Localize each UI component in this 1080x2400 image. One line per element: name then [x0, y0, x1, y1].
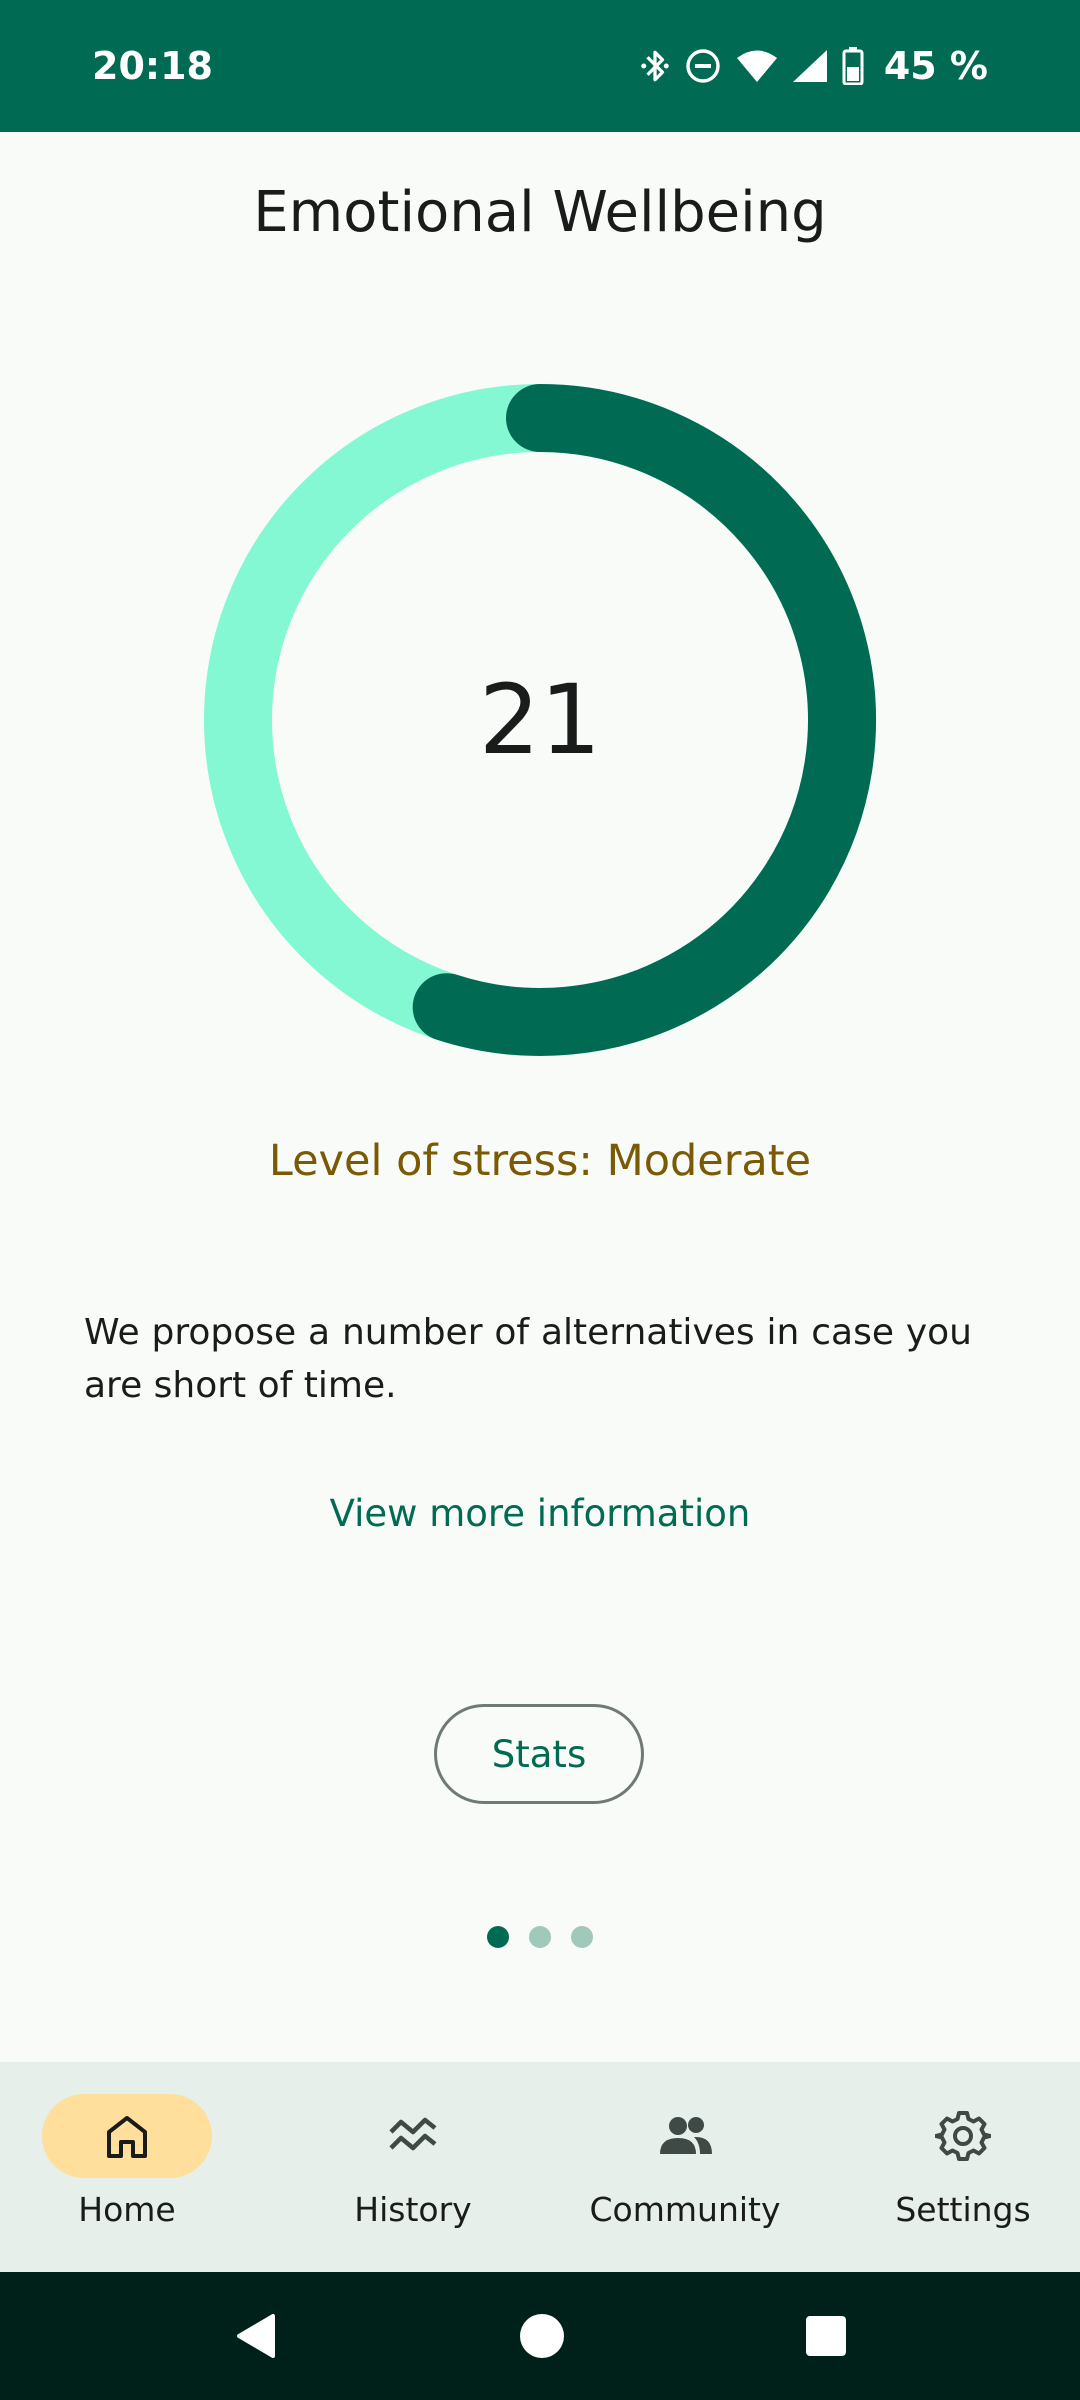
stress-score-ring: [204, 384, 876, 1056]
community-icon: [660, 2117, 712, 2154]
nav-item-settings[interactable]: Settings: [810, 2062, 1080, 2272]
page-dot-2[interactable]: [529, 1926, 551, 1948]
history-icon: [389, 2117, 437, 2151]
nav-label-community: Community: [589, 2190, 781, 2229]
view-more-information-link[interactable]: View more information: [0, 1492, 1080, 1535]
home-circle-icon[interactable]: [519, 2313, 565, 2359]
stress-score-value: 21: [478, 664, 602, 776]
description-text: We propose a number of alternatives in c…: [84, 1312, 972, 1406]
nav-item-community[interactable]: Community: [540, 2062, 810, 2272]
nav-label-history: History: [354, 2190, 472, 2229]
page-dot-1[interactable]: [487, 1926, 509, 1948]
nav-label-home: Home: [78, 2190, 176, 2229]
stress-level-label: Level of stress: Moderate: [268, 1136, 812, 1186]
nav-item-home[interactable]: Home: [0, 2062, 270, 2272]
page-indicator: [0, 1926, 1080, 1948]
recents-icon[interactable]: [805, 2315, 847, 2357]
system-navigation-bar: [0, 2272, 1080, 2400]
nav-active-indicator: [42, 2094, 212, 2178]
bottom-navigation: Home History Community Settings: [0, 2062, 1080, 2272]
nav-label-settings: Settings: [895, 2190, 1031, 2229]
stats-button[interactable]: Stats: [434, 1704, 644, 1804]
page-dot-3[interactable]: [571, 1926, 593, 1948]
settings-icon: [935, 2111, 991, 2161]
back-icon[interactable]: [233, 2312, 279, 2360]
home-icon: [107, 2116, 147, 2158]
nav-item-history[interactable]: History: [270, 2062, 540, 2272]
